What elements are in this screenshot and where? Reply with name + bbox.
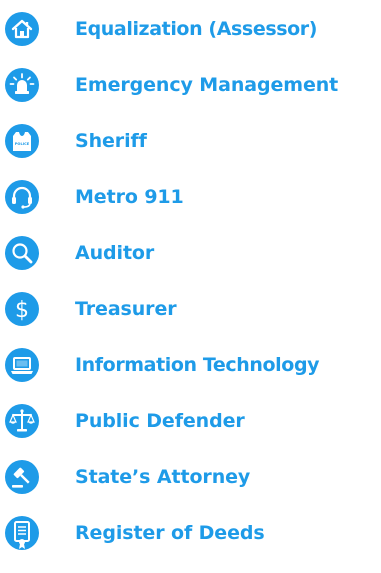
department-label: Public Defender — [75, 410, 245, 432]
department-item-auditor[interactable]: Auditor — [0, 236, 381, 288]
scales-icon — [5, 404, 39, 438]
department-list: Equalization (Assessor) Emergency Manage… — [0, 0, 381, 573]
police-vest-text: POLICE — [15, 142, 30, 146]
department-label: Information Technology — [75, 354, 320, 376]
headset-icon — [5, 180, 39, 214]
house-icon — [5, 12, 39, 46]
department-item-emergency-management[interactable]: Emergency Management — [0, 68, 381, 120]
siren-icon — [5, 68, 39, 102]
document-icon — [5, 516, 39, 550]
department-label: Metro 911 — [75, 186, 184, 208]
department-label: State’s Attorney — [75, 466, 251, 488]
department-item-equalization[interactable]: Equalization (Assessor) — [0, 12, 381, 64]
department-label: Treasurer — [75, 298, 177, 320]
department-label: Register of Deeds — [75, 522, 265, 544]
department-label: Emergency Management — [75, 74, 339, 96]
police-vest-icon: POLICE — [5, 124, 39, 158]
department-item-public-defender[interactable]: Public Defender — [0, 404, 381, 456]
dollar-sign-icon: $ — [5, 292, 39, 326]
magnifying-glass-icon — [5, 236, 39, 270]
laptop-icon — [5, 348, 39, 382]
department-item-treasurer[interactable]: $ Treasurer — [0, 292, 381, 344]
department-label: Sheriff — [75, 130, 147, 152]
department-item-sheriff[interactable]: POLICE Sheriff — [0, 124, 381, 176]
department-item-register-of-deeds[interactable]: Register of Deeds — [0, 516, 381, 568]
department-label: Equalization (Assessor) — [75, 18, 318, 40]
gavel-icon — [5, 460, 39, 494]
department-label: Auditor — [75, 242, 155, 264]
svg-text:$: $ — [15, 298, 29, 323]
department-item-metro-911[interactable]: Metro 911 — [0, 180, 381, 232]
department-item-information-technology[interactable]: Information Technology — [0, 348, 381, 400]
department-item-states-attorney[interactable]: State’s Attorney — [0, 460, 381, 512]
